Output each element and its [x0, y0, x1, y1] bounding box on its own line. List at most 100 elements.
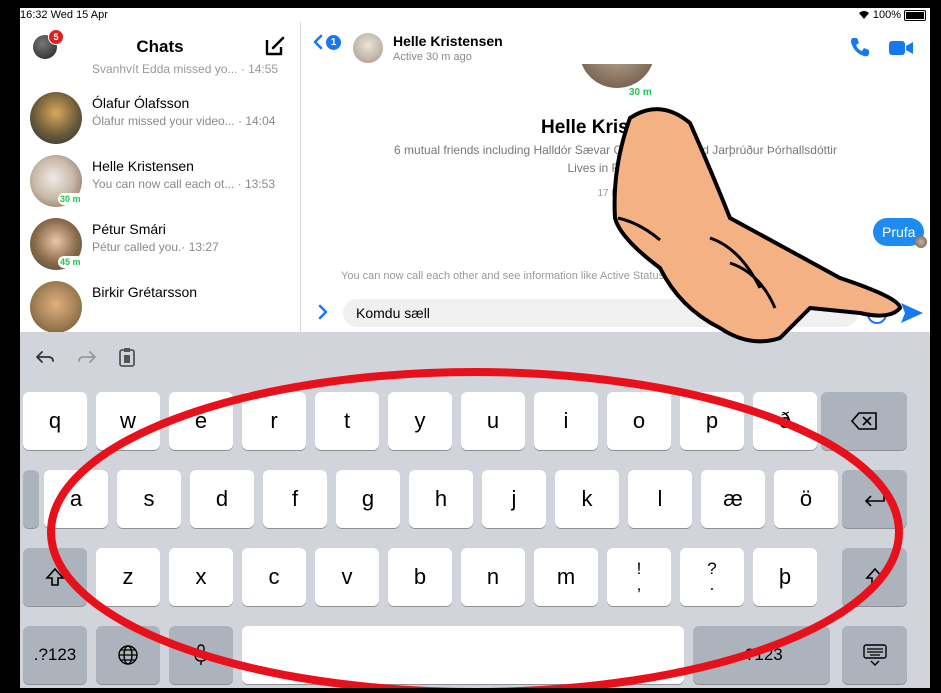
key-label: d	[215, 486, 229, 511]
key-left-edge[interactable]	[23, 470, 39, 528]
status-time: 16:32 Wed 15 Apr	[20, 9, 108, 21]
key-label: h	[434, 486, 448, 511]
key-e[interactable]: e	[169, 392, 233, 450]
key-ö[interactable]: ö	[774, 470, 838, 528]
chat-row-birkir[interactable]: Birkir Grétarsson	[20, 275, 300, 332]
chat-list: Svanhvít Edda missed yo... · 14:55 Ólafu…	[20, 64, 300, 332]
key-i[interactable]: i	[534, 392, 598, 450]
send-icon[interactable]	[899, 301, 925, 325]
back-button[interactable]: 1	[313, 34, 341, 50]
key-j[interactable]: j	[482, 470, 546, 528]
globe-icon	[118, 645, 138, 665]
phone-icon[interactable]	[849, 36, 871, 58]
key-r3-2[interactable]: c	[242, 548, 306, 606]
device-frame: 16:32 Wed 15 Apr 100% 5 Chats Svanhvít E…	[0, 0, 941, 693]
chat-preview: Ólafur missed your video... · 14:04	[92, 114, 276, 128]
active-time-badge: 45 m	[58, 256, 83, 268]
chevron-left-icon	[313, 34, 323, 50]
chat-row-helle[interactable]: 30 m Helle Kristensen You can now call e…	[20, 149, 300, 212]
redo-icon[interactable]	[76, 346, 98, 368]
key-g[interactable]: g	[336, 470, 400, 528]
avatar	[30, 92, 82, 144]
numbers-key-left[interactable]: .?123	[23, 626, 87, 684]
key-label: o	[632, 408, 646, 433]
key-r[interactable]: r	[242, 392, 306, 450]
key-o[interactable]: o	[607, 392, 671, 450]
key-p[interactable]: p	[680, 392, 744, 450]
space-key[interactable]	[242, 626, 684, 684]
shift-icon	[864, 567, 885, 586]
key-a[interactable]: a	[44, 470, 108, 528]
message-input[interactable]	[343, 299, 858, 327]
onscreen-keyboard: q w e r t y u i o p ð a s d f g h j k l æ ö z x c v b n m ! , ? . þ .?12…	[20, 332, 930, 688]
key-label: s	[143, 486, 155, 511]
list-item-partial[interactable]: Svanhvít Edda missed yo... · 14:55	[20, 64, 300, 86]
key-f[interactable]: f	[263, 470, 327, 528]
key-h[interactable]: h	[409, 470, 473, 528]
status-bar: 16:32 Wed 15 Apr 100%	[20, 8, 930, 22]
chat-row-olafur[interactable]: Ólafur Ólafsson Ólafur missed your video…	[20, 86, 300, 149]
info-line: You can now call each other and see info…	[341, 270, 831, 282]
globe-key[interactable]	[96, 626, 160, 684]
key-s[interactable]: s	[117, 470, 181, 528]
key-y[interactable]: y	[388, 392, 452, 450]
video-camera-icon[interactable]	[887, 37, 915, 59]
header-avatar[interactable]	[353, 33, 383, 63]
conversation-pane: 30 m Helle Kristensen 6 mutual friends i…	[301, 22, 930, 332]
partial-preview: Svanhvít Edda missed yo... · 14:55	[92, 64, 279, 76]
undo-icon[interactable]	[34, 346, 56, 368]
sidebar-header: 5 Chats	[20, 22, 300, 64]
key-d[interactable]: d	[190, 470, 254, 528]
key-t[interactable]: t	[315, 392, 379, 450]
profile-name: Helle Kristensen	[541, 117, 690, 138]
return-icon	[864, 492, 885, 507]
key-r3-5[interactable]: n	[461, 548, 525, 606]
emoji-icon[interactable]	[867, 304, 887, 324]
key-æ[interactable]: æ	[701, 470, 765, 528]
key-r3-1[interactable]: x	[169, 548, 233, 606]
key-u[interactable]: u	[461, 392, 525, 450]
key-r3-9[interactable]: þ	[753, 548, 817, 606]
return-key[interactable]	[842, 470, 907, 528]
shift-icon	[45, 567, 65, 586]
key-r3-8[interactable]: ? .	[680, 548, 744, 606]
header-name[interactable]: Helle Kristensen	[393, 33, 503, 49]
header-status: Active 30 m ago	[393, 51, 472, 63]
key-label: m	[556, 564, 576, 589]
compose-icon[interactable]	[264, 35, 286, 57]
chats-title: Chats	[136, 37, 184, 56]
status-right: 100%	[858, 9, 926, 21]
key-r3-7[interactable]: ! ,	[607, 548, 671, 606]
key-l[interactable]: l	[628, 470, 692, 528]
key-label: p	[705, 408, 719, 433]
dictation-key[interactable]	[169, 626, 233, 684]
key-label: f	[291, 486, 299, 511]
avatar	[30, 281, 82, 332]
battery-percent: 100%	[872, 9, 901, 21]
key-q[interactable]: q	[23, 392, 87, 450]
chat-name: Pétur Smári	[92, 221, 166, 237]
key-r3-4[interactable]: b	[388, 548, 452, 606]
shift-key-left[interactable]	[23, 548, 87, 606]
dismiss-keyboard-key[interactable]	[842, 626, 907, 684]
key-r3-0[interactable]: z	[96, 548, 160, 606]
chat-preview: You can now call each ot... · 13:53	[92, 177, 276, 191]
key-k[interactable]: k	[555, 470, 619, 528]
key-label: j	[511, 486, 517, 511]
key-r3-3[interactable]: v	[315, 548, 379, 606]
paste-icon[interactable]	[116, 346, 138, 368]
key-label: l	[657, 486, 663, 511]
key-label: w	[120, 408, 136, 433]
key-r3-6[interactable]: m	[534, 548, 598, 606]
message-composer	[301, 294, 930, 332]
numbers-key-right[interactable]: .?123	[693, 626, 830, 684]
backspace-key[interactable]	[821, 392, 907, 450]
key-w[interactable]: w	[96, 392, 160, 450]
shift-key-right[interactable]	[842, 548, 907, 606]
chat-sidebar: 5 Chats Svanhvít Edda missed yo... · 14:…	[20, 22, 301, 332]
key-label: e	[194, 408, 208, 433]
chat-row-petur[interactable]: 45 m Pétur Smári Pétur called you.· 13:2…	[20, 212, 300, 275]
key-ð[interactable]: ð	[753, 392, 817, 450]
key-label: ö	[799, 486, 813, 511]
chevron-right-icon[interactable]	[317, 303, 329, 321]
